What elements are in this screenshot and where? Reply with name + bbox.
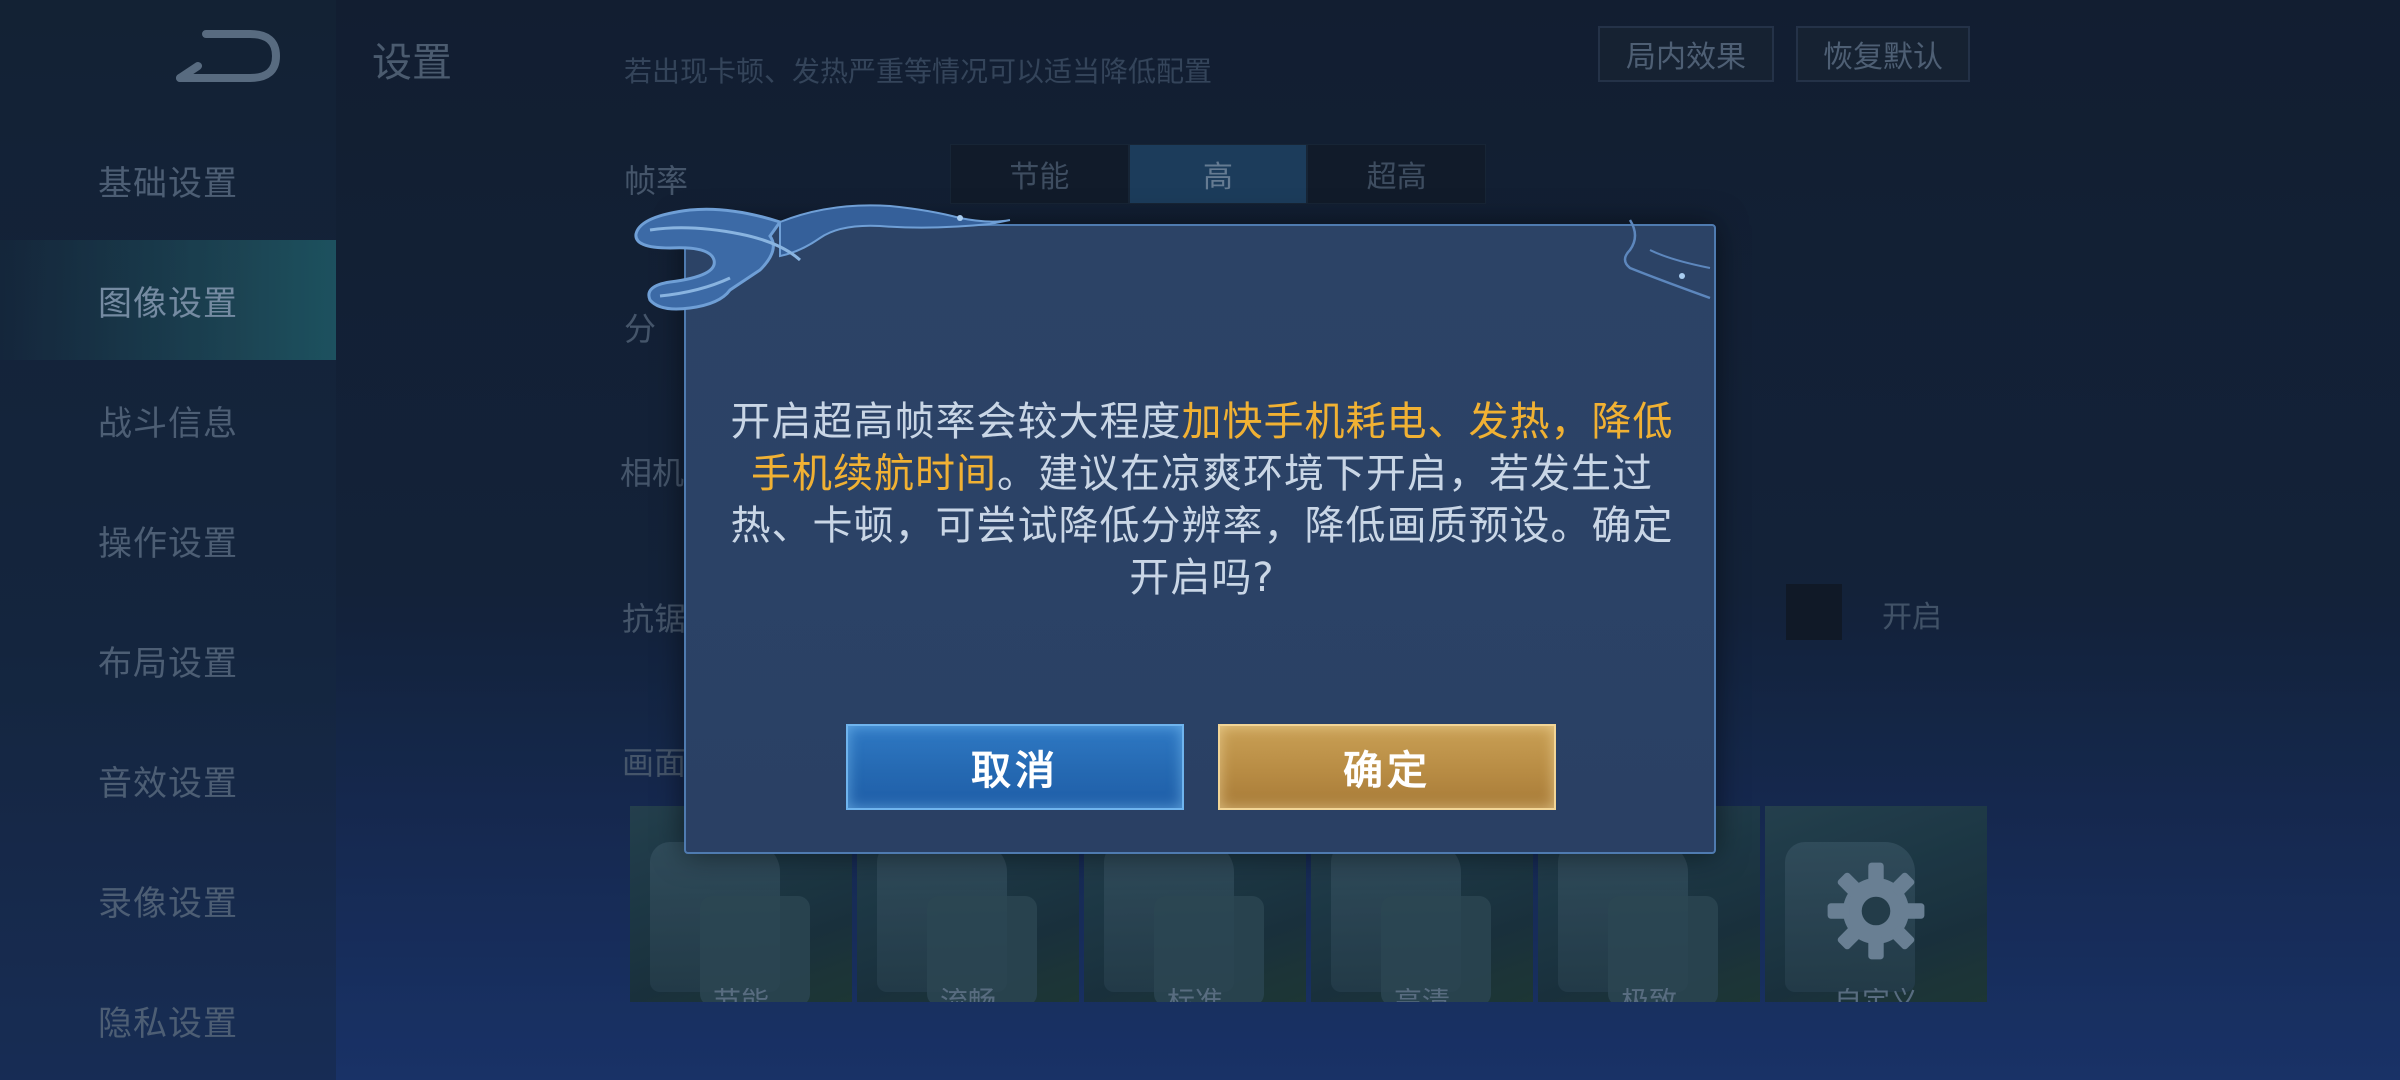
cancel-button[interactable]: 取消 xyxy=(846,724,1184,810)
cloud-swirl-decoration xyxy=(634,204,1711,311)
dialog-message-part1: 开启超高帧率会较大程度 xyxy=(730,399,1182,445)
confirm-button[interactable]: 确定 xyxy=(1218,724,1556,810)
dialog-message: 开启超高帧率会较大程度加快手机耗电、发热，降低手机续航时间。建议在凉爽环境下开启… xyxy=(722,396,1682,604)
settings-screen: 基础设置 图像设置 战斗信息 操作设置 布局设置 音效设置 录像设置 隐私设置 … xyxy=(0,0,2400,1080)
